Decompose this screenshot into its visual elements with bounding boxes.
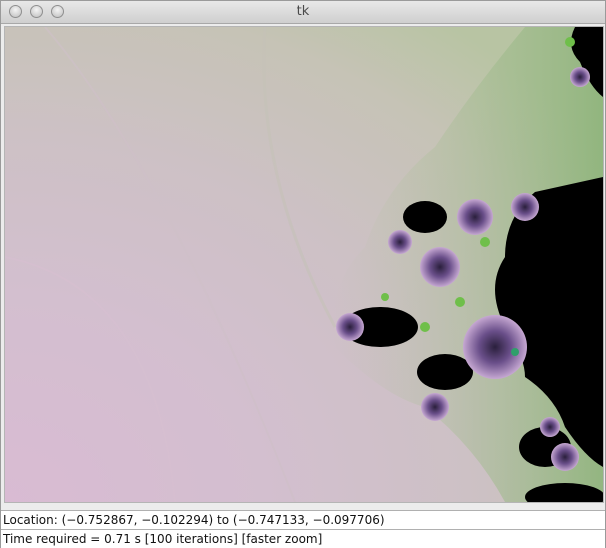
green-bud xyxy=(420,322,430,332)
time-readout: Time required = 0.71 s [100 iterations] … xyxy=(1,529,605,548)
spiral xyxy=(463,315,527,379)
bulb xyxy=(417,354,473,390)
green-bud xyxy=(511,348,519,356)
spiral xyxy=(457,199,493,235)
green-bud xyxy=(381,293,389,301)
spiral xyxy=(388,230,412,254)
spiral xyxy=(336,313,364,341)
green-bud xyxy=(480,237,490,247)
location-readout: Location: (−0.752867, −0.102294) to (−0.… xyxy=(1,510,605,529)
spiral xyxy=(421,393,449,421)
green-bud xyxy=(455,297,465,307)
spiral xyxy=(540,417,560,437)
bulb xyxy=(403,201,447,233)
mandelbrot-image[interactable] xyxy=(5,27,603,502)
title-bar[interactable]: tk xyxy=(1,1,605,24)
green-bud xyxy=(565,37,575,47)
spiral xyxy=(570,67,590,87)
window-title: tk xyxy=(296,4,310,19)
spiral xyxy=(420,247,460,287)
spiral xyxy=(511,193,539,221)
app-window: tk Location: (−0.752867, −0.102294) to (… xyxy=(0,0,606,548)
fractal-canvas[interactable] xyxy=(4,26,604,503)
spiral xyxy=(551,443,579,471)
